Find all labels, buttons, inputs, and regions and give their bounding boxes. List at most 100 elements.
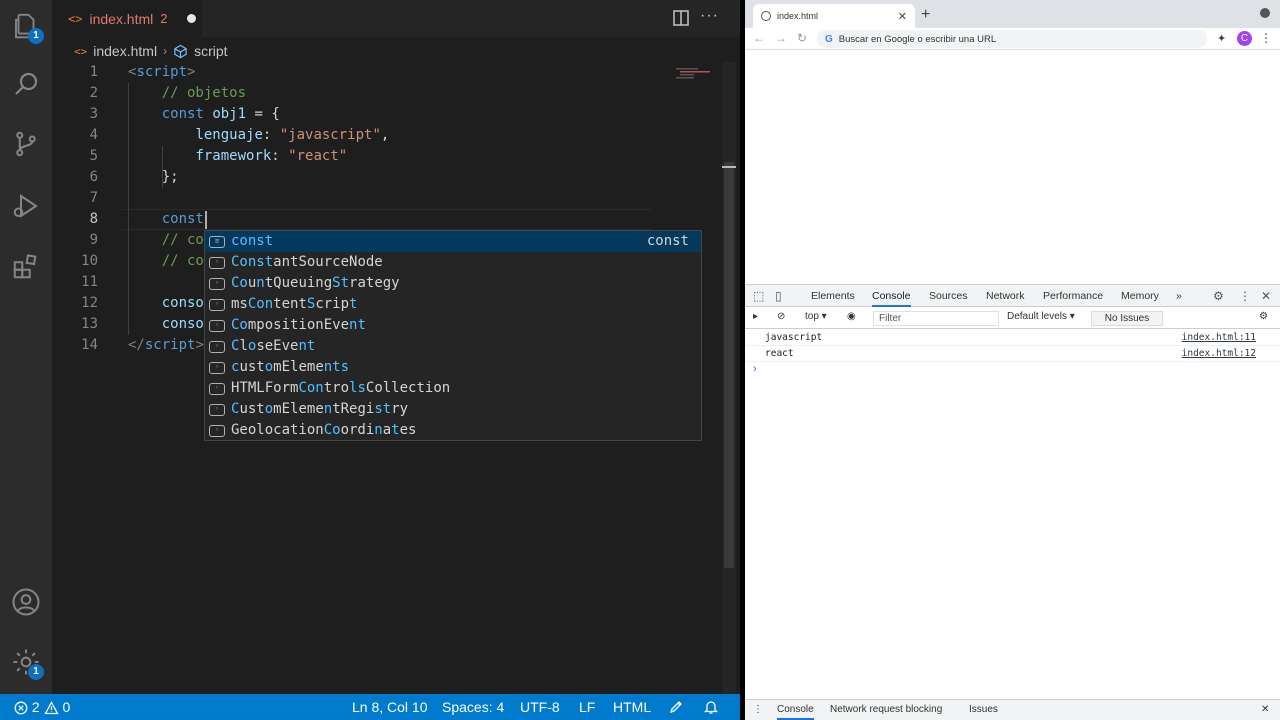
- split-editor-icon[interactable]: [672, 9, 690, 27]
- browser-tab[interactable]: index.html ✕: [753, 4, 915, 28]
- suggestion-item[interactable]: ◦ ConstantSourceNode: [205, 252, 701, 273]
- suggestion-detail: const: [646, 233, 689, 249]
- code-line[interactable]: 6 };: [52, 167, 722, 188]
- notifications-bell-icon[interactable]: [703, 694, 719, 720]
- label-text: Geolocation: [231, 422, 324, 438]
- drawer-menu-icon[interactable]: ⋮: [753, 704, 763, 715]
- settings-gear-icon[interactable]: 1: [8, 644, 44, 680]
- editor-tab-index-html[interactable]: <> index.html 2: [52, 0, 202, 37]
- drawer-tab-console[interactable]: Console: [777, 704, 814, 720]
- devtools-tab-elements[interactable]: Elements: [811, 285, 855, 307]
- code-text: conso: [128, 314, 204, 335]
- code-token: const: [161, 211, 204, 227]
- close-devtools-icon[interactable]: ✕: [1261, 289, 1271, 303]
- variable-symbol-icon: ◦: [209, 319, 225, 332]
- code-line[interactable]: 1 <script>: [52, 62, 722, 83]
- drawer-tab-network-request-blocking[interactable]: Network request blocking: [830, 704, 942, 715]
- label-text: l: [239, 338, 248, 354]
- context-selector[interactable]: top ▾: [805, 311, 827, 322]
- account-icon[interactable]: [8, 584, 44, 620]
- close-drawer-icon[interactable]: ✕: [1261, 704, 1269, 715]
- profile-avatar[interactable]: C: [1237, 31, 1252, 46]
- close-tab-icon[interactable]: ✕: [898, 10, 907, 23]
- new-tab-icon[interactable]: +: [921, 6, 930, 24]
- more-actions-icon[interactable]: ···: [700, 7, 722, 29]
- encoding-status[interactable]: UTF-8: [520, 694, 560, 720]
- suggestion-item[interactable]: ◦ customElements: [205, 357, 701, 378]
- scrollbar-thumb[interactable]: [724, 162, 734, 568]
- console-settings-gear-icon[interactable]: ⚙: [1259, 311, 1268, 322]
- code-line[interactable]: 3 const obj1 = {: [52, 104, 722, 125]
- omnibox[interactable]: G Buscar en Google o escribir una URL: [817, 30, 1207, 48]
- label-text: es: [399, 422, 417, 438]
- minimap[interactable]: [676, 66, 716, 80]
- warning-icon: [43, 701, 59, 715]
- page-viewport[interactable]: [745, 51, 1280, 284]
- issues-button[interactable]: No Issues: [1091, 311, 1163, 326]
- sidebar-toggle-icon[interactable]: ▸: [753, 311, 758, 322]
- label-text: ust: [239, 359, 265, 375]
- devtools-tab-network[interactable]: Network: [986, 285, 1025, 307]
- devtools-tab-console[interactable]: Console: [872, 285, 911, 307]
- extensions-icon[interactable]: [8, 248, 44, 284]
- reload-icon[interactable]: ↻: [797, 31, 807, 45]
- live-expression-eye-icon[interactable]: ◉: [847, 311, 856, 322]
- forward-arrow-icon[interactable]: →: [775, 31, 787, 45]
- suggestion-item[interactable]: ≡ const const: [205, 231, 701, 252]
- log-source-link[interactable]: index.html:12: [1182, 346, 1256, 362]
- devtools-menu-icon[interactable]: ⋮: [1239, 289, 1251, 303]
- code-line[interactable]: 2 // objetos: [52, 83, 722, 104]
- editor-scrollbar[interactable]: [722, 62, 736, 694]
- run-debug-icon[interactable]: [8, 188, 44, 224]
- drawer-tab-issues[interactable]: Issues: [969, 704, 998, 715]
- code-line[interactable]: 5 framework: "react": [52, 146, 722, 167]
- chrome-menu-icon[interactable]: ⋮: [1260, 31, 1272, 45]
- settings-badge: 1: [28, 664, 44, 680]
- language-mode[interactable]: HTML: [613, 694, 651, 720]
- extensions-puzzle-icon[interactable]: ✦: [1217, 32, 1226, 45]
- suggestion-item[interactable]: ◦ CompositionEvent: [205, 315, 701, 336]
- line-number: 3: [89, 106, 98, 122]
- code-line[interactable]: 8 const: [52, 209, 722, 230]
- feedback-icon[interactable]: [668, 694, 684, 720]
- suggestion-item[interactable]: ◦ CloseEvent: [205, 336, 701, 357]
- source-control-icon[interactable]: [8, 126, 44, 162]
- console-prompt[interactable]: ›: [753, 363, 757, 375]
- breadcrumb-file[interactable]: index.html: [93, 43, 157, 59]
- devtools-settings-gear-icon[interactable]: ⚙: [1213, 289, 1224, 303]
- tab-search-icon[interactable]: [1260, 8, 1270, 18]
- log-source-link[interactable]: index.html:11: [1182, 330, 1256, 346]
- suggestion-item[interactable]: ◦ CountQueuingStrategy: [205, 273, 701, 294]
- device-toolbar-icon[interactable]: ▯: [775, 289, 782, 303]
- clear-console-icon[interactable]: ⊘: [777, 311, 785, 322]
- suggestion-label: customElements: [231, 357, 349, 378]
- unsaved-dot-icon[interactable]: [186, 14, 196, 23]
- suggestion-item[interactable]: ◦ GeolocationCoordinates: [205, 420, 701, 441]
- back-arrow-icon[interactable]: ←: [753, 31, 765, 45]
- code-line[interactable]: 7: [52, 188, 722, 209]
- suggestion-item[interactable]: ◦ CustomElementRegistry: [205, 399, 701, 420]
- code-line[interactable]: 4 lenguaje: "javascript",: [52, 125, 722, 146]
- devtools-tab-sources[interactable]: Sources: [929, 285, 968, 307]
- console-filter-input[interactable]: Filter: [873, 311, 999, 326]
- explorer-icon[interactable]: 1: [8, 8, 44, 44]
- eol-status[interactable]: LF: [579, 694, 595, 720]
- breadcrumb-symbol[interactable]: script: [194, 43, 227, 59]
- devtools-tab-memory[interactable]: Memory: [1121, 285, 1159, 307]
- error-icon: [14, 701, 28, 715]
- suggestion-item[interactable]: ◦ HTMLFormControlsCollection: [205, 378, 701, 399]
- devtools-tab-performance[interactable]: Performance: [1043, 285, 1103, 307]
- code-token: ,: [380, 127, 390, 143]
- indentation-status[interactable]: Spaces: 4: [442, 694, 504, 720]
- log-levels-dropdown[interactable]: Default levels ▾: [1007, 311, 1075, 322]
- suggest-widget: ≡ const const ◦ ConstantSourceNode ◦ CountQueu…: [204, 230, 702, 441]
- inspect-element-icon[interactable]: ⬚: [753, 289, 764, 303]
- more-tabs-icon[interactable]: »: [1176, 285, 1182, 307]
- search-icon[interactable]: [8, 66, 44, 102]
- suggestion-item[interactable]: ◦ msContentScript: [205, 294, 701, 315]
- code-token: >: [195, 337, 204, 353]
- label-text: ms: [231, 296, 248, 312]
- label-text: mEleme: [273, 401, 324, 417]
- cursor-position[interactable]: Ln 8, Col 10: [352, 694, 428, 720]
- problems-status[interactable]: 2 0: [14, 694, 70, 720]
